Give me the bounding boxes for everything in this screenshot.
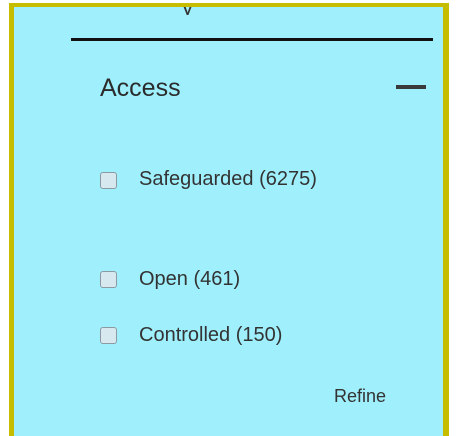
minus-icon: [396, 85, 426, 89]
open-option-label: Open (461): [139, 268, 241, 290]
previous-facet-heading-fragment: y: [182, 7, 194, 15]
refine-button[interactable]: Refine: [334, 386, 386, 407]
screenshot-stage: y Access Safeguarded (6275) Open (461) C…: [0, 0, 458, 436]
facet-option-open[interactable]: Open (461): [100, 268, 360, 295]
facet-option-controlled[interactable]: Controlled (150): [100, 324, 360, 351]
collapse-facet-button[interactable]: [394, 71, 428, 105]
safeguarded-checkbox[interactable]: [100, 172, 117, 189]
controlled-checkbox[interactable]: [100, 327, 117, 344]
safeguarded-option-label: Safeguarded (6275): [139, 168, 317, 190]
facet-title: Access: [100, 74, 181, 102]
controlled-option-label: Controlled (150): [139, 324, 283, 346]
access-facet-panel: y Access Safeguarded (6275) Open (461) C…: [9, 3, 449, 436]
open-checkbox[interactable]: [100, 271, 117, 288]
facet-option-safeguarded[interactable]: Safeguarded (6275): [100, 168, 360, 252]
facet-divider: [71, 38, 433, 41]
